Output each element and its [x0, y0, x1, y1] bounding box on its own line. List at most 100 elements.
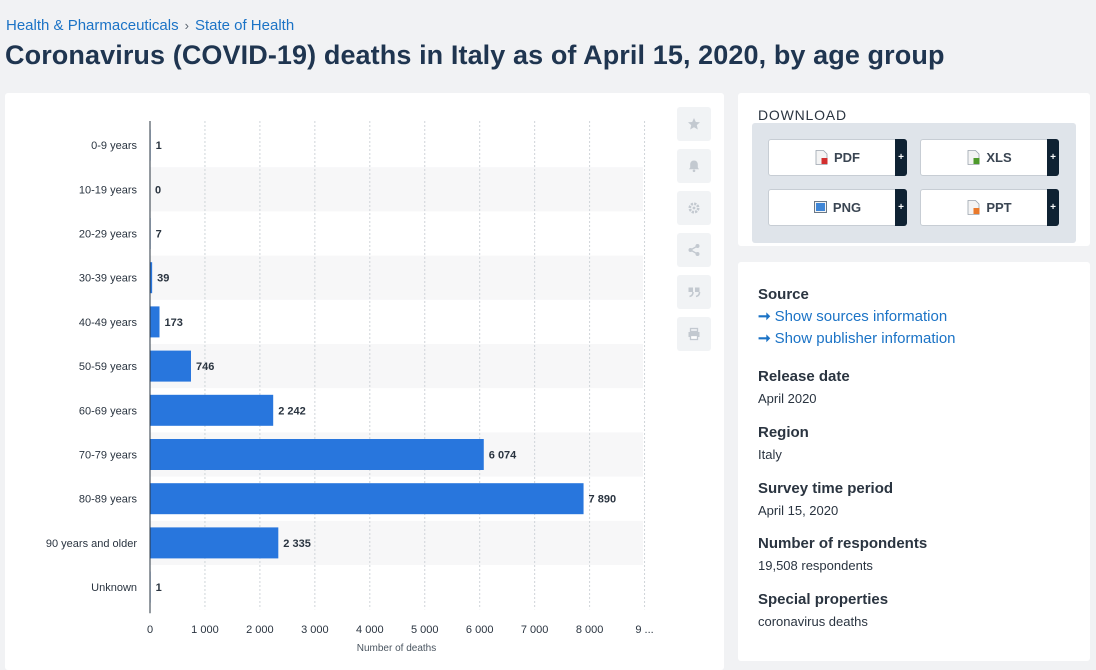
cite-button[interactable] — [677, 275, 711, 309]
category-label: 0-9 years — [91, 140, 137, 152]
notification-button[interactable] — [677, 149, 711, 183]
x-tick-label: 7 000 — [521, 624, 549, 636]
x-axis-title: Number of deaths — [357, 643, 437, 654]
x-tick-label: 0 — [147, 624, 153, 636]
download-pdf-label: PDF — [834, 150, 860, 165]
bar-value-label: 1 — [156, 582, 162, 594]
show-sources-link[interactable]: ➞ Show sources information — [758, 307, 956, 326]
source-label: Source — [758, 286, 809, 303]
download-png-button[interactable]: PNG + — [768, 189, 907, 226]
png-file-icon — [813, 200, 827, 215]
show-sources-label: Show sources information — [774, 307, 948, 325]
download-ppt-options[interactable]: + — [1047, 189, 1059, 226]
ppt-file-icon — [967, 200, 980, 215]
category-label: 90 years and older — [46, 538, 137, 550]
bar-value-label: 7 890 — [589, 494, 617, 506]
chart-card: 1 0-9 years 0 10-19 years 7 20-29 years 39 30-3… — [5, 93, 724, 670]
release-date-value: April 2020 — [758, 391, 817, 406]
x-tick-label: 2 000 — [246, 624, 274, 636]
print-icon — [688, 327, 700, 341]
breadcrumb-link-health[interactable]: Health & Pharmaceuticals — [6, 17, 179, 34]
favorite-button[interactable] — [677, 107, 711, 141]
page-title: Coronavirus (COVID-19) deaths in Italy a… — [5, 40, 945, 70]
x-tick-label: 6 000 — [466, 624, 494, 636]
download-pdf-options[interactable]: + — [895, 139, 907, 176]
breadcrumb: Health & Pharmaceuticals › State of Heal… — [6, 17, 294, 34]
breadcrumb-separator: › — [184, 18, 189, 33]
region-section: Region Italy — [758, 424, 809, 462]
statistic-info-card: Source ➞ Show sources information ➞ Show… — [738, 262, 1090, 661]
breadcrumb-link-state-of-health[interactable]: State of Health — [195, 17, 294, 34]
show-publisher-label: Show publisher information — [774, 329, 956, 347]
x-tick-label: 9 ... — [635, 624, 653, 636]
download-ppt-label: PPT — [986, 200, 1012, 215]
row-stripe — [150, 167, 643, 212]
gear-icon — [688, 202, 700, 214]
x-tick-label: 5 000 — [411, 624, 439, 636]
bar — [150, 527, 279, 559]
print-button[interactable] — [677, 317, 711, 351]
row-stripe — [150, 255, 643, 300]
bar-value-label: 1 — [156, 140, 162, 152]
category-label: 40-49 years — [79, 317, 138, 329]
x-tick-label: 4 000 — [356, 624, 384, 636]
survey-period-label: Survey time period — [758, 480, 894, 497]
category-label: Unknown — [91, 582, 137, 594]
special-properties-section: Special properties coronavirus deaths — [758, 591, 888, 629]
x-tick-label: 1 000 — [191, 624, 219, 636]
category-label: 30-39 years — [79, 273, 138, 285]
survey-period-value: April 15, 2020 — [758, 503, 839, 518]
bar-value-label: 746 — [196, 361, 214, 373]
category-label: 50-59 years — [79, 361, 138, 373]
bar-value-label: 6 074 — [489, 450, 517, 462]
download-png-options[interactable]: + — [895, 189, 907, 226]
bar — [150, 350, 191, 382]
row-stripe — [150, 344, 643, 389]
download-card: DOWNLOAD PDF + XLS + PNG + PPT + — [738, 93, 1090, 246]
category-label: 10-19 years — [79, 184, 138, 196]
share-button[interactable] — [677, 233, 711, 267]
release-date-label: Release date — [758, 368, 850, 385]
bar — [150, 306, 160, 338]
download-panel: PDF + XLS + PNG + PPT + — [752, 123, 1076, 243]
show-publisher-link[interactable]: ➞ Show publisher information — [758, 329, 956, 348]
bar — [150, 483, 584, 515]
arrow-right-icon: ➞ — [758, 308, 771, 325]
download-ppt-button[interactable]: PPT + — [920, 189, 1059, 226]
respondents-label: Number of respondents — [758, 535, 928, 552]
pdf-file-icon — [815, 150, 828, 165]
xls-file-icon — [967, 150, 980, 165]
share-icon — [688, 244, 700, 256]
category-label: 70-79 years — [79, 450, 138, 462]
download-xls-options[interactable]: + — [1047, 139, 1059, 176]
special-properties-value: coronavirus deaths — [758, 614, 868, 629]
source-section: Source ➞ Show sources information ➞ Show… — [758, 286, 956, 347]
category-label: 20-29 years — [79, 229, 138, 241]
release-date-section: Release date April 2020 — [758, 368, 850, 406]
chart-tool-rail — [677, 107, 711, 351]
bar-value-label: 2 242 — [278, 405, 306, 417]
download-pdf-button[interactable]: PDF + — [768, 139, 907, 176]
bar-value-label: 39 — [157, 273, 169, 285]
bell-icon — [689, 160, 699, 173]
survey-period-section: Survey time period April 15, 2020 — [758, 480, 893, 518]
bar-chart: 1 0-9 years 0 10-19 years 7 20-29 years 39 30-3… — [46, 121, 654, 654]
bar — [150, 439, 484, 470]
special-properties-label: Special properties — [758, 591, 889, 608]
star-icon — [688, 118, 700, 130]
x-tick-label: 8 000 — [576, 624, 604, 636]
download-png-label: PNG — [832, 200, 862, 215]
download-xls-label: XLS — [986, 150, 1012, 165]
bar-value-label: 2 335 — [283, 538, 311, 550]
settings-button[interactable] — [677, 191, 711, 225]
bar-value-label: 173 — [165, 317, 183, 329]
category-label: 80-89 years — [79, 494, 138, 506]
quote-icon — [688, 287, 701, 298]
bar-value-label: 7 — [156, 229, 162, 241]
download-xls-button[interactable]: XLS + — [920, 139, 1059, 176]
arrow-right-icon: ➞ — [758, 330, 771, 347]
download-title: DOWNLOAD — [758, 107, 847, 123]
respondents-value: 19,508 respondents — [758, 558, 873, 573]
region-label: Region — [758, 424, 809, 441]
respondents-section: Number of respondents 19,508 respondents — [758, 535, 927, 573]
